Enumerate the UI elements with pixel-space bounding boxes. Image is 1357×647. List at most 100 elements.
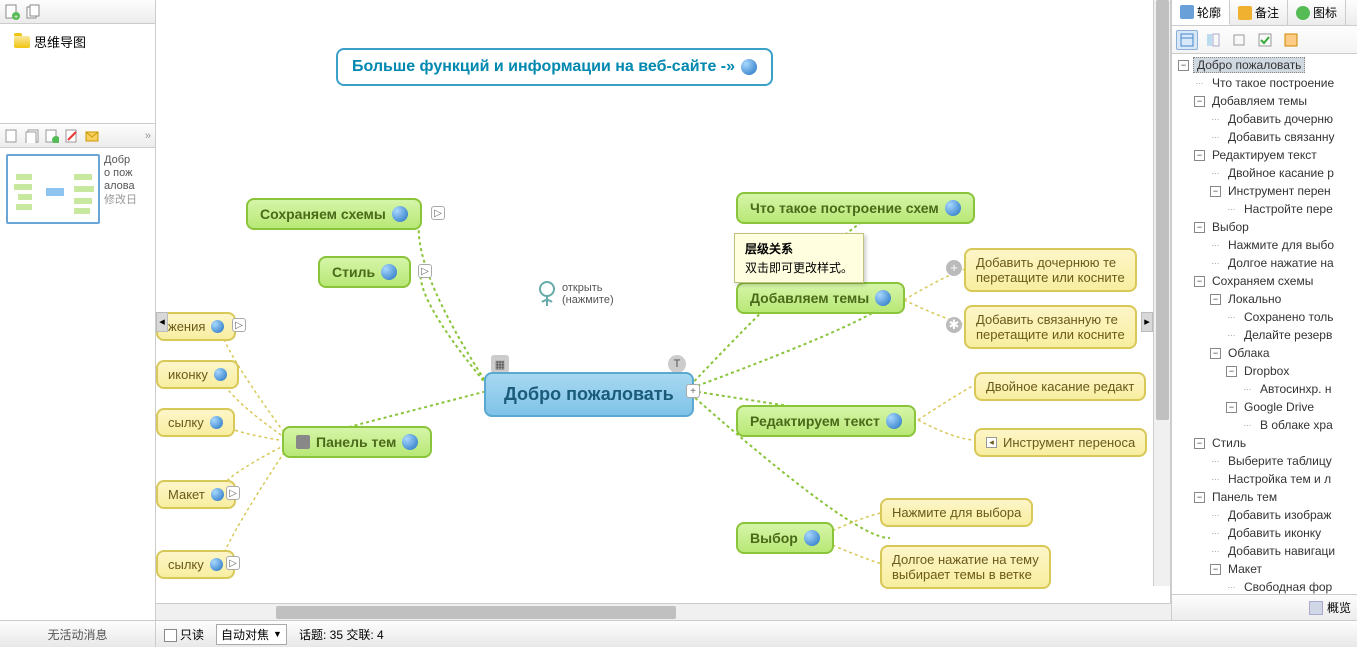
node-save[interactable]: Сохраняем схемы [246,198,422,230]
rtool-5[interactable] [1280,30,1302,50]
node-add-themes[interactable]: Добавляем темы [736,282,905,314]
node-move-tool[interactable]: ◂ Инструмент переноса [974,428,1147,457]
banner-node[interactable]: Больше функций и информации на веб-сайте… [336,48,773,86]
node-yellow-2[interactable]: иконку [156,360,239,389]
vertical-scrollbar[interactable] [1153,0,1170,586]
outline-label[interactable]: Dropbox [1241,364,1292,378]
outline-row[interactable]: ⋯Настройте пере [1172,200,1357,218]
outline-label[interactable]: Добавляем темы [1209,94,1310,108]
thumb-tool-4[interactable] [64,128,80,144]
outline-row[interactable]: ⋯Сохранено толь [1172,308,1357,326]
node-add-child[interactable]: + Добавить дочернюю теперетащите или кос… [964,248,1137,292]
tree-toggle[interactable]: − [1226,366,1237,377]
outline-row[interactable]: ⋯Автосинхр. н [1172,380,1357,398]
outline-label[interactable]: Двойное касание р [1225,166,1337,180]
node-yellow-1[interactable]: жения [156,312,236,341]
outline-row[interactable]: −Стиль [1172,434,1357,452]
outline-row[interactable]: −Google Drive [1172,398,1357,416]
tree-folder-mindmap[interactable]: 思维导图 [4,30,151,53]
outline-label[interactable]: Настройка тем и л [1225,472,1334,486]
canvas-left-arrow[interactable]: ◂ [156,312,168,332]
rtool-4[interactable] [1254,30,1276,50]
outline-label[interactable]: Сохранено толь [1241,310,1337,324]
outline-row[interactable]: ⋯Добавить дочерню [1172,110,1357,128]
node-long-press[interactable]: Долгое нажатие на темувыбирает темы в ве… [880,545,1051,589]
outline-label[interactable]: Настройте пере [1241,202,1336,216]
outline-row[interactable]: −Облака [1172,344,1357,362]
node-yellow-5[interactable]: сылку [156,550,235,579]
autofocus-dropdown[interactable]: 自动对焦▼ [216,624,287,645]
outline-row[interactable]: ⋯Добавить навигаци [1172,542,1357,560]
tree-toggle[interactable]: − [1194,492,1205,503]
expand-right[interactable]: + [686,384,700,398]
canvas-right-arrow[interactable]: ▸ [1141,312,1153,332]
node-double-tap[interactable]: Двойное касание редакт [974,372,1146,401]
node-panel[interactable]: Панель тем [282,426,432,458]
outline-label[interactable]: Долгое нажатие на [1225,256,1337,270]
tree-toggle[interactable]: − [1210,564,1221,575]
tree-toggle[interactable]: − [1210,348,1221,359]
thumb-tool-mail[interactable] [84,128,100,144]
rtool-2[interactable] [1202,30,1224,50]
outline-label[interactable]: В облаке хра [1257,418,1336,432]
tab-notes[interactable]: 备注 [1230,0,1288,25]
outline-label[interactable]: Облака [1225,346,1273,360]
outline-label[interactable]: Google Drive [1241,400,1317,414]
tree-toggle[interactable]: − [1210,186,1221,197]
outline-row[interactable]: −Инструмент перен [1172,182,1357,200]
outline-label[interactable]: Редактируем текст [1209,148,1320,162]
outline-row[interactable]: ⋯Добавить связанну [1172,128,1357,146]
outline-label[interactable]: Инструмент перен [1225,184,1334,198]
outline-label[interactable]: Что такое построение [1209,76,1337,90]
thumb-more[interactable]: » [145,130,151,142]
outline-label[interactable]: Панель тем [1209,490,1280,504]
outline-label[interactable]: Стиль [1209,436,1249,450]
node-add-related[interactable]: ✱ Добавить связанную теперетащите или ко… [964,305,1137,349]
outline-row[interactable]: ⋯Делайте резерв [1172,326,1357,344]
outline-label[interactable]: Автосинхр. н [1257,382,1334,396]
outline-label[interactable]: Локально [1225,292,1284,306]
outline-label[interactable]: Сохраняем схемы [1209,274,1316,288]
tab-icons[interactable]: 图标 [1288,0,1346,25]
outline-label[interactable]: Нажмите для выбо [1225,238,1337,252]
node-click-select[interactable]: Нажмите для выбора [880,498,1033,527]
rtool-1[interactable] [1176,30,1198,50]
thumb-tool-1[interactable] [4,128,20,144]
expand-style[interactable]: ▷ [418,264,432,278]
outline-row[interactable]: −Добавляем темы [1172,92,1357,110]
open-hint[interactable]: открыть (нажмите) [538,280,614,308]
tree-toggle[interactable]: − [1194,222,1205,233]
outline-row[interactable]: ⋯Выберите таблицу [1172,452,1357,470]
node-edit-text[interactable]: Редактируем текст [736,405,916,437]
node-style[interactable]: Стиль [318,256,411,288]
expand-y1[interactable]: ▷ [232,318,246,332]
outline-row[interactable]: −Локально [1172,290,1357,308]
outline-row[interactable]: −Макет [1172,560,1357,578]
outline-row[interactable]: ⋯Настройка тем и л [1172,470,1357,488]
tree-toggle[interactable]: − [1194,96,1205,107]
outline-row[interactable]: −Добро пожаловать [1172,56,1357,74]
tree-toggle[interactable]: − [1194,438,1205,449]
outline-row[interactable]: ⋯Нажмите для выбо [1172,236,1357,254]
overview-label[interactable]: 概览 [1327,599,1351,616]
node-what-is[interactable]: Что такое построение схем [736,192,975,224]
outline-label[interactable]: Свободная фор [1241,580,1335,594]
thumbnail-preview[interactable] [6,154,100,224]
expand-y4[interactable]: ▷ [226,486,240,500]
tree-toggle[interactable]: − [1226,402,1237,413]
outline-tree[interactable]: −Добро пожаловать⋯Что такое построение−Д… [1172,54,1357,594]
node-yellow-3[interactable]: сылку [156,408,235,437]
outline-label[interactable]: Выберите таблицу [1225,454,1335,468]
tab-outline[interactable]: 轮廓 [1172,0,1230,25]
copy-doc-icon[interactable] [26,4,42,20]
outline-label[interactable]: Добавить навигаци [1225,544,1338,558]
outline-label[interactable]: Макет [1225,562,1265,576]
outline-label[interactable]: Добавить иконку [1225,526,1324,540]
outline-label[interactable]: Добавить связанну [1225,130,1338,144]
attach-icon-right[interactable]: T [668,355,686,373]
outline-row[interactable]: ⋯Долгое нажатие на [1172,254,1357,272]
outline-row[interactable]: ⋯Свободная фор [1172,578,1357,594]
center-node[interactable]: Добро пожаловать [484,372,694,417]
horizontal-scrollbar[interactable] [156,603,1171,620]
rtool-3[interactable] [1228,30,1250,50]
